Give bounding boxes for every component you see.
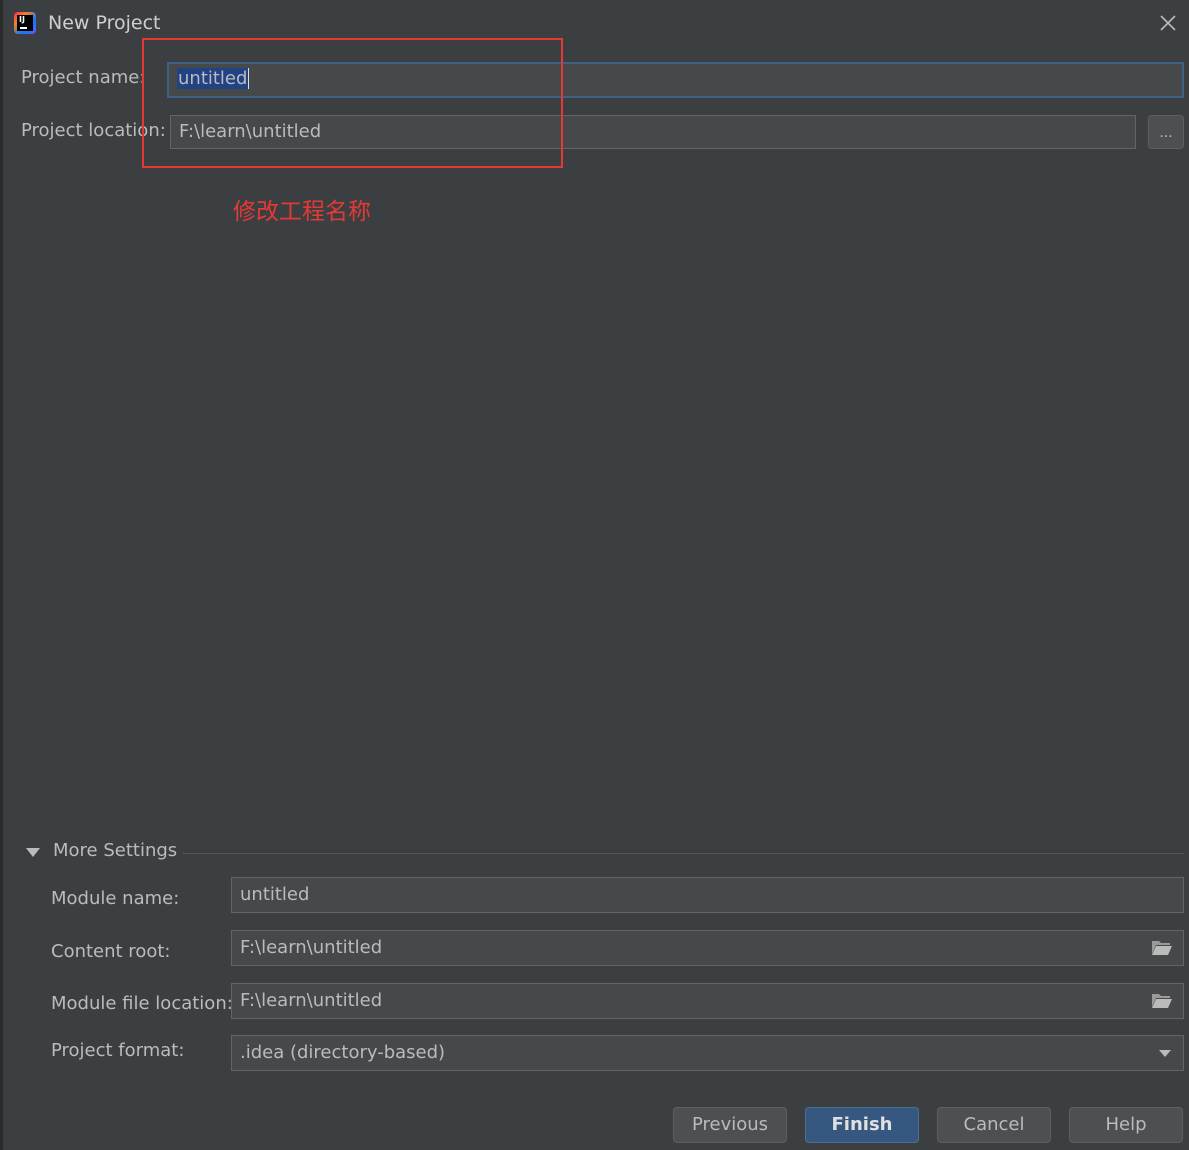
expand-triangle-icon: [26, 848, 40, 857]
content-root-input[interactable]: F:\learn\untitled: [231, 930, 1184, 966]
project-name-value: untitled: [177, 68, 250, 89]
project-location-label: Project location:: [21, 120, 166, 141]
folder-icon[interactable]: [1151, 992, 1173, 1009]
module-name-value: untitled: [240, 884, 310, 905]
new-project-dialog: IJ New Project Project name: untitled Pr…: [0, 0, 1189, 1150]
project-location-value: F:\learn\untitled: [179, 121, 322, 142]
folder-icon[interactable]: [1151, 939, 1173, 956]
annotation-text: 修改工程名称: [233, 199, 371, 225]
chevron-down-icon: [1159, 1050, 1171, 1057]
finish-button[interactable]: Finish: [805, 1107, 919, 1143]
project-format-value: .idea (directory-based): [240, 1042, 446, 1063]
module-file-location-input[interactable]: F:\learn\untitled: [231, 983, 1184, 1019]
cancel-button[interactable]: Cancel: [937, 1107, 1051, 1143]
dialog-title: New Project: [48, 12, 161, 34]
content-root-label: Content root:: [51, 941, 171, 962]
more-settings-toggle[interactable]: More Settings: [24, 840, 1184, 868]
intellij-idea-icon: IJ: [14, 12, 36, 34]
project-format-select[interactable]: .idea (directory-based): [231, 1035, 1184, 1071]
content-root-value: F:\learn\untitled: [240, 937, 383, 958]
project-format-label: Project format:: [51, 1040, 185, 1061]
separator: [183, 853, 1184, 854]
help-button[interactable]: Help: [1069, 1107, 1183, 1143]
project-name-label: Project name:: [21, 67, 146, 88]
more-settings-label: More Settings: [53, 840, 178, 861]
project-location-input[interactable]: F:\learn\untitled: [170, 115, 1136, 149]
previous-button[interactable]: Previous: [673, 1107, 787, 1143]
close-icon: [1160, 15, 1176, 31]
module-name-label: Module name:: [51, 888, 180, 909]
module-file-location-value: F:\learn\untitled: [240, 990, 383, 1011]
window-edge: [0, 0, 3, 1150]
module-file-location-label: Module file location:: [51, 993, 233, 1014]
project-name-input[interactable]: untitled: [167, 62, 1184, 98]
title-bar: IJ New Project: [0, 0, 1189, 48]
browse-button[interactable]: ...: [1148, 115, 1184, 149]
module-name-input[interactable]: untitled: [231, 877, 1184, 913]
close-button[interactable]: [1157, 12, 1179, 34]
